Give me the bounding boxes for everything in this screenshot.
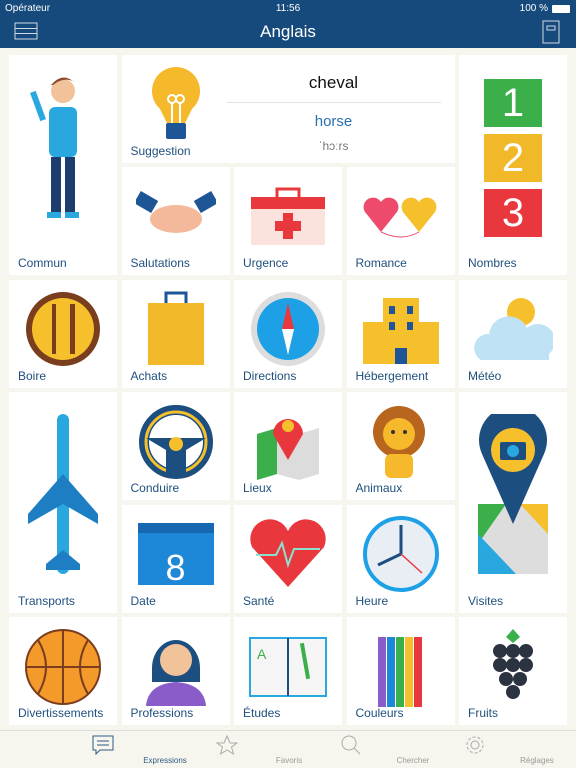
battery-percent: 100 % (519, 3, 548, 14)
star-icon (216, 735, 238, 755)
map-pin-icon (257, 418, 319, 480)
first-aid-kit-icon (251, 187, 325, 246)
tile-nombres[interactable]: 1 2 3 Nombres (459, 55, 567, 276)
shopping-bag-icon (147, 291, 204, 366)
clock: 11:56 (275, 3, 301, 14)
suggestion-phonetic: ˈhɔːrs (318, 139, 349, 153)
tile-fruits[interactable]: Fruits (459, 617, 567, 725)
tile-label: Heure (355, 593, 389, 608)
tile-visites[interactable]: Visites (459, 392, 567, 613)
tile-label: Divertissements (18, 705, 104, 720)
tab-bar: Expressions Favoris Chercher Réglages (0, 730, 576, 768)
tile-label: Couleurs (355, 705, 404, 720)
airplane-icon (28, 413, 98, 574)
hearts-icon (363, 197, 436, 238)
suggestion-translation: horse (314, 113, 353, 130)
compass-icon (251, 292, 325, 367)
camera-pin-map-icon (478, 413, 548, 574)
tile-label: Météo (468, 368, 502, 383)
navigation-bar: Opérateur 11:56 100 % Anglais (0, 0, 576, 48)
suggestion-card[interactable]: Suggestion cheval horse ˈhɔːrs (121, 55, 455, 163)
tab-expressions[interactable]: Expressions (41, 731, 187, 768)
suggestion-word: cheval (308, 73, 359, 92)
tile-label: Commun (18, 256, 67, 271)
woman-icon (145, 639, 206, 706)
tile-label: Professions (130, 705, 194, 720)
svg-text:A: A (257, 646, 267, 662)
tile-label: Achats (130, 368, 168, 383)
colored-pencils-icon (377, 636, 422, 707)
number-two: 2 (484, 134, 542, 182)
tile-conduire[interactable]: Conduire (121, 392, 230, 501)
tile-label: Lieux (243, 481, 272, 496)
tile-label: Boire (18, 368, 47, 383)
tile-achats[interactable]: Achats (121, 279, 230, 388)
clock-icon (362, 516, 439, 593)
number-one: 1 (484, 79, 542, 127)
search-icon (341, 735, 361, 755)
grapes-icon (493, 628, 533, 699)
tile-label: Romance (355, 256, 407, 271)
notebook-icon: A (249, 636, 327, 697)
plate-cutlery-icon (26, 292, 100, 367)
tab-chercher[interactable]: Chercher (289, 731, 429, 768)
tile-meteo[interactable]: Météo (459, 279, 567, 388)
tile-label: Études (243, 705, 281, 720)
tile-label: Fruits (468, 705, 498, 720)
tile-hebergement[interactable]: Hébergement (346, 279, 455, 388)
tile-label: Conduire (130, 481, 180, 496)
tile-urgence[interactable]: Urgence (234, 167, 342, 276)
tile-animaux[interactable]: Animaux (346, 392, 455, 501)
tile-directions[interactable]: Directions (234, 279, 342, 388)
tile-professions[interactable]: Professions (121, 617, 230, 725)
tile-label: Transports (18, 593, 75, 608)
tile-lieux[interactable]: Lieux (234, 392, 342, 501)
tile-label: Animaux (355, 481, 403, 496)
battery-icon (552, 5, 570, 13)
tile-salutations[interactable]: Salutations (121, 167, 230, 276)
divider (226, 102, 441, 103)
tile-label: Visites (468, 593, 504, 608)
tile-label: Salutations (130, 256, 190, 271)
sun-cloud-icon (474, 298, 553, 361)
tile-etudes[interactable]: A Études (234, 617, 342, 725)
tile-label: Suggestion (130, 143, 191, 158)
tab-favoris[interactable]: Favoris (165, 731, 302, 768)
tile-label: Directions (243, 368, 297, 383)
steering-wheel-icon (138, 404, 213, 479)
tile-date[interactable]: 8 Date (121, 504, 230, 613)
handshake-icon (135, 190, 216, 234)
tile-label: Nombres (468, 256, 517, 271)
numbers-icon: 1 2 3 (484, 79, 542, 237)
tile-boire[interactable]: Boire (9, 279, 117, 388)
number-three: 3 (484, 189, 542, 237)
category-grid: Commun Suggestion cheval horse ˈhɔːrs 1 … (9, 55, 567, 725)
tile-divertissements[interactable]: Divertissements (9, 617, 117, 725)
page-title: Anglais (260, 22, 316, 41)
tile-label: Hébergement (355, 368, 429, 383)
basketball-icon (25, 628, 101, 705)
tile-transports[interactable]: Transports (9, 392, 117, 613)
tile-heure[interactable]: Heure (346, 504, 455, 613)
tile-sante[interactable]: Santé (234, 504, 342, 613)
lightbulb-icon (151, 67, 200, 139)
gear-icon (466, 736, 484, 754)
tile-commun[interactable]: Commun (9, 55, 117, 276)
heart-pulse-icon (250, 519, 326, 588)
tile-label: Date (130, 593, 156, 608)
man-icon (30, 77, 79, 219)
tile-label: Santé (243, 593, 275, 608)
tile-romance[interactable]: Romance (346, 167, 455, 276)
carrier: Opérateur (5, 3, 51, 14)
book-icon[interactable] (542, 20, 560, 44)
tab-label: Réglages (520, 756, 554, 765)
tab-reglages[interactable]: Réglages (413, 731, 554, 768)
tile-label: Urgence (243, 256, 289, 271)
lion-icon (372, 405, 425, 478)
speech-bubble-icon (92, 735, 114, 755)
calendar-icon: 8 (137, 522, 214, 588)
tile-couleurs[interactable]: Couleurs (346, 617, 455, 725)
hotel-icon (362, 298, 439, 365)
